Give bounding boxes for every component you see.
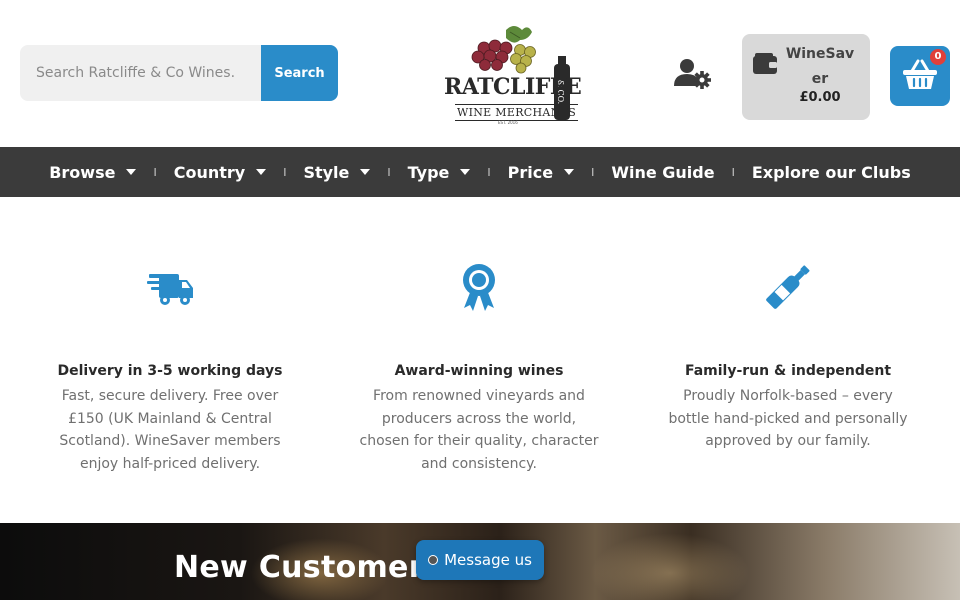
logo-established: EST. 2016 <box>498 120 518 125</box>
banner-title: New Customer <box>174 550 424 585</box>
basket-icon <box>903 59 937 89</box>
message-us-button[interactable]: Message us <box>416 540 544 580</box>
winesaver-title: WineSaver <box>785 46 855 87</box>
feature-delivery: Delivery in 3-5 working days Fast, secur… <box>45 262 295 475</box>
feature-title: Award-winning wines <box>394 363 564 379</box>
winesaver-balance: £0.00 <box>799 90 841 105</box>
feature-title: Family-run & independent <box>684 363 892 379</box>
nav-separator: I <box>487 165 491 179</box>
nav-item-label: Explore our Clubs <box>751 162 911 182</box>
caret-down-icon <box>564 169 575 175</box>
caret-down-icon <box>256 169 267 175</box>
nav-item-label: Style <box>303 162 350 182</box>
caret-down-icon <box>126 169 137 175</box>
main-navigation: Browse I Country I Style I Type I Price … <box>0 147 960 197</box>
nav-item-country[interactable]: Country <box>173 162 267 182</box>
award-ribbon-icon <box>463 264 495 311</box>
chat-label: Message us <box>444 551 532 569</box>
site-logo[interactable]: & CO. RATCLIFFE WINE MERCHANTS EST. 2016 <box>440 22 582 126</box>
site-header: Search & CO. RATCLIFFE WINE MER <box>0 0 960 147</box>
banner-background-light <box>590 533 750 600</box>
feature-title: Delivery in 3-5 working days <box>57 363 283 379</box>
winesaver-wallet-button[interactable]: WineSaver £0.00 <box>742 34 870 120</box>
account-settings-button[interactable] <box>674 58 712 90</box>
nav-item-label: Price <box>507 162 554 182</box>
nav-item-type[interactable]: Type <box>408 163 471 182</box>
feature-award: Award-winning wines From renowned vineya… <box>354 262 604 475</box>
search-button[interactable]: Search <box>261 45 338 101</box>
nav-item-label: Wine Guide <box>611 162 715 182</box>
feature-family-run: Family-run & independent Proudly Norfolk… <box>663 262 913 453</box>
nav-item-price[interactable]: Price <box>507 162 575 182</box>
nav-separator: I <box>731 165 735 179</box>
user-gear-icon <box>674 59 711 89</box>
nav-item-wine-guide[interactable]: Wine Guide <box>611 163 714 182</box>
feature-description: From renowned vineyards and producers ac… <box>359 388 599 472</box>
nav-item-label: Country <box>173 162 246 182</box>
nav-item-browse[interactable]: Browse <box>49 162 137 182</box>
logo-wordmark: RATCLIFFE <box>444 74 582 100</box>
wallet-icon <box>753 53 777 74</box>
caret-down-icon <box>360 169 371 175</box>
nav-item-label: Type <box>407 162 450 182</box>
delivery-truck-icon <box>147 274 193 305</box>
basket-count-badge: 0 <box>930 49 946 65</box>
nav-separator: I <box>283 165 287 179</box>
nav-item-explore-clubs[interactable]: Explore our Clubs <box>752 163 911 182</box>
nav-separator: I <box>591 165 595 179</box>
nav-item-label: Browse <box>49 162 116 182</box>
logo-subtitle: WINE MERCHANTS <box>455 104 579 121</box>
feature-description: Fast, secure delivery. Free over £150 (U… <box>59 388 281 472</box>
nav-separator: I <box>387 165 391 179</box>
caret-down-icon <box>460 169 471 175</box>
nav-item-style[interactable]: Style <box>303 162 371 182</box>
chat-status-icon <box>428 555 439 565</box>
feature-description: Proudly Norfolk-based – every bottle han… <box>668 388 908 449</box>
search-bar: Search <box>20 45 338 101</box>
nav-separator: I <box>153 165 157 179</box>
search-input[interactable] <box>20 45 261 101</box>
wine-bottle-icon <box>766 265 810 309</box>
